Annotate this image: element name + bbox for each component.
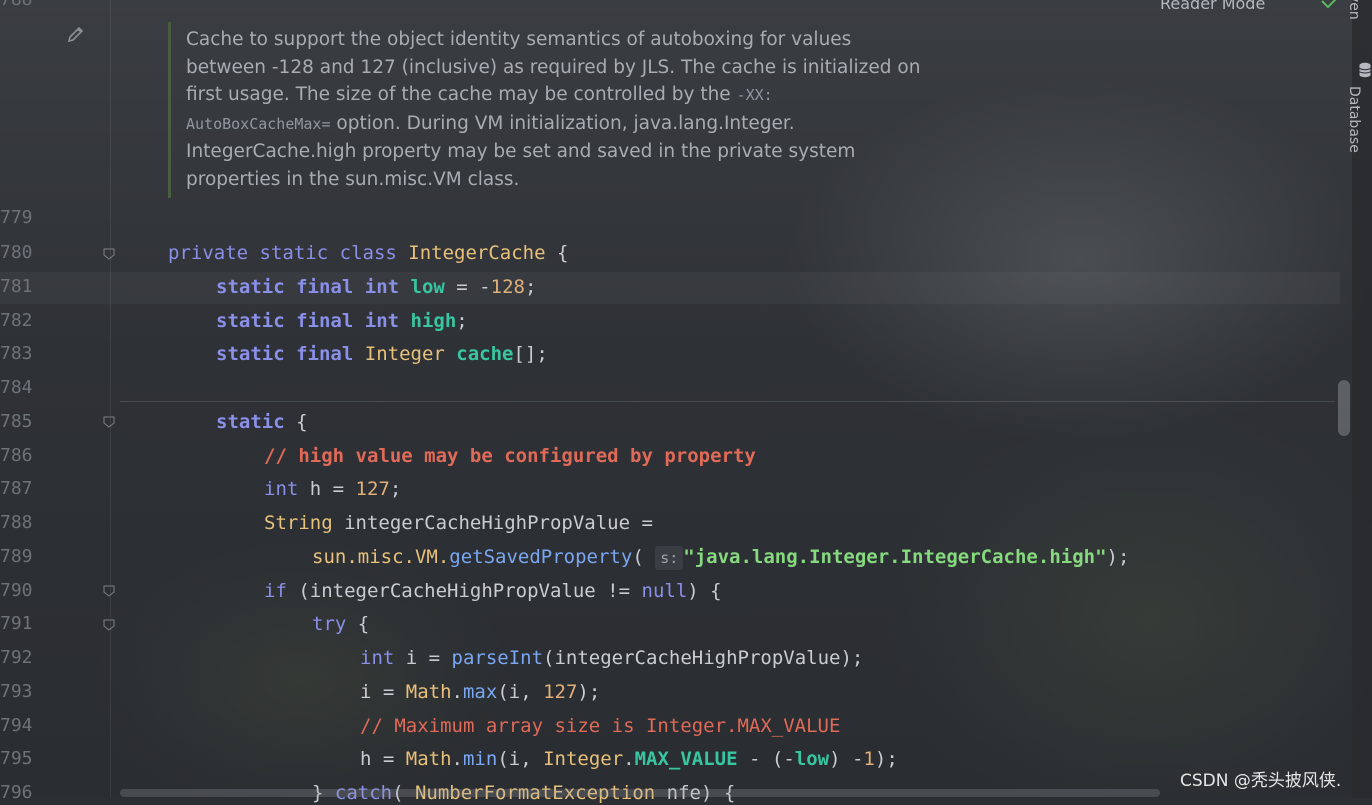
rendered-doc-comment[interactable]: Cache to support the object identity sem… [168, 22, 971, 198]
line-number: 786 [0, 445, 33, 466]
code-line[interactable]: try { [312, 612, 369, 636]
code-line[interactable]: i = Math.max(i, 127); [360, 680, 600, 704]
watermark: CSDN @秃头披风侠. [1180, 771, 1342, 791]
right-tool-tab[interactable]: ven [1346, 0, 1362, 20]
line-number: 790 [0, 580, 33, 601]
database-icon[interactable] [1358, 62, 1372, 78]
code-line[interactable]: int i = parseInt(integerCacheHighPropVal… [360, 646, 863, 670]
line-number: 785 [0, 411, 33, 432]
checkmark-icon[interactable] [1320, 0, 1340, 10]
line-number: 779 [0, 207, 33, 228]
code-line[interactable]: String integerCacheHighPropValue = [264, 511, 653, 535]
doc-text: first usage. The size of the cache may b… [186, 84, 731, 105]
reader-mode-button[interactable]: Reader Mode [1160, 0, 1265, 13]
vertical-scrollbar[interactable] [1338, 380, 1350, 436]
doc-code: AutoBoxCacheMax= [186, 114, 331, 133]
line-number: 788 [0, 0, 33, 10]
line-number: 791 [0, 613, 33, 634]
doc-line: AutoBoxCacheMax= option. During VM initi… [186, 110, 971, 139]
database-tab[interactable]: Database [1346, 86, 1362, 153]
doc-line: IntegerCache.high property may be set an… [186, 141, 856, 162]
code-line[interactable]: static { [216, 410, 308, 434]
pencil-icon[interactable] [66, 24, 86, 44]
line-number: 792 [0, 647, 33, 668]
method-separator [120, 401, 1335, 402]
line-number: 783 [0, 343, 33, 364]
line-number: 796 [0, 782, 33, 803]
code-line[interactable]: static final int high; [216, 309, 468, 333]
code-line[interactable]: sun.misc.VM.getSavedProperty( s: "java.la… [312, 545, 1129, 570]
doc-text: option. During VM initialization, java.l… [336, 112, 795, 134]
line-number: 795 [0, 748, 33, 769]
code-line[interactable]: static final int low = -128; [216, 275, 536, 299]
doc-line: Cache to support the object identity sem… [186, 29, 852, 50]
line-number: 784 [0, 377, 33, 398]
fold-marker-icon[interactable] [103, 248, 115, 260]
doc-line: first usage. The size of the cache may b… [186, 81, 971, 110]
line-number: 788 [0, 512, 33, 533]
code-line[interactable]: private static class IntegerCache { [168, 241, 568, 265]
gutter-divider [110, 0, 111, 798]
doc-line: properties in the sun.misc.VM class. [186, 168, 520, 190]
code-line[interactable]: // high value may be configured by prope… [264, 444, 756, 468]
line-number: 781 [0, 276, 33, 297]
parameter-hint: s: [655, 546, 684, 570]
fold-marker-icon[interactable] [103, 585, 115, 597]
fold-marker-icon[interactable] [103, 416, 115, 428]
code-line[interactable]: if (integerCacheHighPropValue != null) { [264, 579, 722, 603]
code-line[interactable]: static final Integer cache[]; [216, 342, 548, 366]
doc-line: between -128 and 127 (inclusive) as requ… [186, 56, 921, 78]
horizontal-scrollbar[interactable] [120, 789, 1160, 797]
code-line[interactable]: h = Math.min(i, Integer.MAX_VALUE - (-lo… [360, 747, 898, 771]
line-number: 789 [0, 546, 33, 567]
line-number: 782 [0, 310, 33, 331]
code-line[interactable]: // Maximum array size is Integer.MAX_VAL… [360, 714, 840, 738]
line-number: 787 [0, 478, 33, 499]
line-number: 793 [0, 681, 33, 702]
current-line-highlight [0, 272, 1340, 304]
line-number: 794 [0, 715, 33, 736]
doc-code: -XX: [736, 86, 773, 104]
line-number: 780 [0, 242, 33, 263]
fold-marker-icon[interactable] [103, 619, 115, 631]
code-line[interactable]: int h = 127; [264, 477, 401, 501]
